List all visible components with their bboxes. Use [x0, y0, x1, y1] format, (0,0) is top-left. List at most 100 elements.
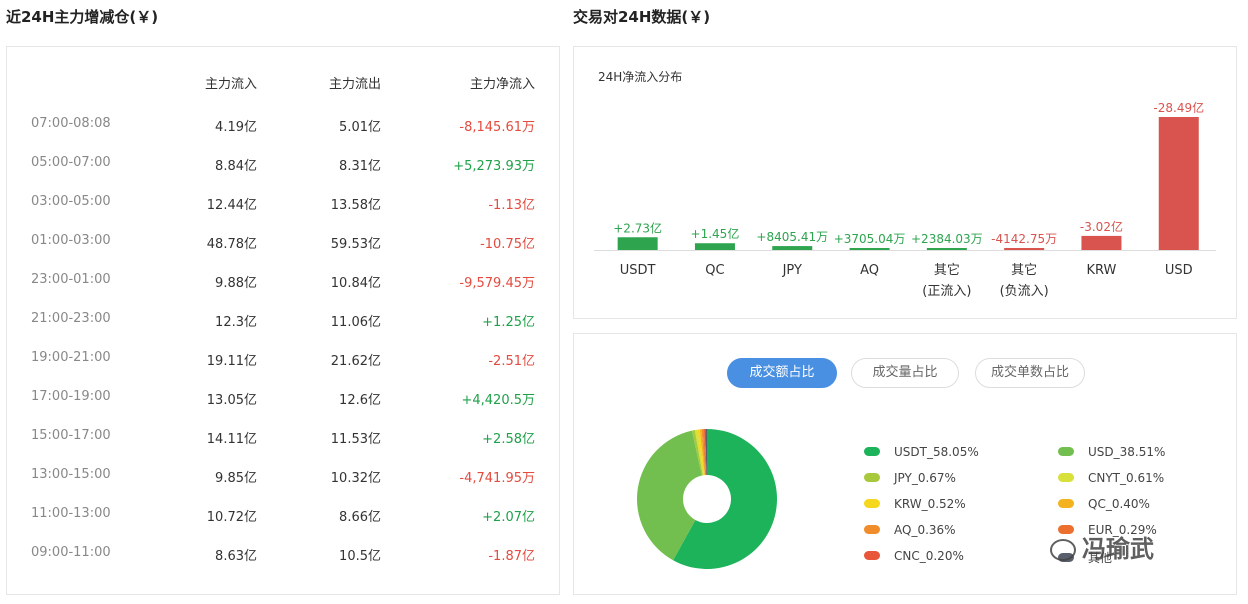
flow-section-title: 近24H主力增减仓(￥)	[6, 8, 159, 26]
row-time: 09:00-11:00	[31, 545, 111, 560]
legend-item[interactable]: KRW_0.52%	[864, 497, 966, 513]
row-time: 23:00-01:00	[31, 272, 111, 287]
row-time: 07:00-08:08	[31, 116, 111, 131]
legend-label: AQ_0.36%	[894, 523, 956, 537]
row-outflow: 13.58亿	[330, 198, 381, 213]
legend-swatch	[1058, 473, 1074, 482]
row-outflow: 21.62亿	[330, 354, 381, 369]
bar[interactable]	[1004, 248, 1045, 250]
row-inflow: 9.88亿	[215, 276, 257, 291]
flow-table-row: 15:00-17:00 14.11亿 11.53亿 +2.58亿	[7, 428, 559, 448]
tab-order-count-share[interactable]: 成交单数占比	[975, 358, 1085, 388]
legend-swatch	[864, 447, 880, 456]
legend-item[interactable]: CNYT_0.61%	[1058, 471, 1164, 487]
row-time: 05:00-07:00	[31, 155, 111, 170]
row-inflow: 48.78亿	[206, 237, 257, 252]
flow-table-row: 23:00-01:00 9.88亿 10.84亿 -9,579.45万	[7, 272, 559, 292]
flow-table-header: 主力流入 主力流出 主力净流入	[7, 73, 559, 93]
row-outflow: 11.53亿	[330, 432, 381, 447]
x-tick-label: KRW	[1087, 263, 1117, 278]
row-net-inflow: +2.58亿	[482, 432, 535, 447]
row-outflow: 5.01亿	[339, 120, 381, 135]
legend-item[interactable]: QC_0.40%	[1058, 497, 1150, 513]
legend-item[interactable]: CNC_0.20%	[864, 549, 964, 565]
legend-label: JPY_0.67%	[894, 471, 956, 485]
row-inflow: 12.44亿	[206, 198, 257, 213]
tab-volume-share[interactable]: 成交量占比	[851, 358, 959, 388]
row-inflow: 19.11亿	[206, 354, 257, 369]
bar[interactable]	[1158, 117, 1199, 250]
flow-table-row: 13:00-15:00 9.85亿 10.32亿 -4,741.95万	[7, 467, 559, 487]
row-outflow: 8.66亿	[339, 510, 381, 525]
row-inflow: 13.05亿	[206, 393, 257, 408]
bar[interactable]	[1081, 235, 1122, 250]
header-net-inflow: 主力净流入	[469, 77, 535, 92]
bar-value-label: +1.45亿	[691, 226, 740, 241]
net-inflow-chart-panel: 24H净流入分布 +2.73亿 USDT +1.45亿 QC +8405.41万 JPY +…	[573, 46, 1237, 319]
x-tick-label: JPY	[782, 263, 802, 278]
row-outflow: 12.6亿	[339, 393, 381, 408]
row-time: 15:00-17:00	[31, 428, 111, 443]
row-time: 21:00-23:00	[31, 311, 111, 326]
flow-table-panel: 主力流入 主力流出 主力净流入 07:00-08:08 4.19亿 5.01亿 -8,…	[6, 46, 560, 595]
row-inflow: 10.72亿	[206, 510, 257, 525]
legend-item[interactable]: AQ_0.36%	[864, 523, 956, 539]
legend-label: USD_38.51%	[1088, 445, 1166, 459]
flow-table-row: 17:00-19:00 13.05亿 12.6亿 +4,420.5万	[7, 389, 559, 409]
bar-value-label: +2384.03万	[911, 232, 983, 246]
row-time: 17:00-19:00	[31, 389, 111, 404]
bar-value-label: -4142.75万	[991, 232, 1057, 246]
row-inflow: 14.11亿	[206, 432, 257, 447]
bar[interactable]	[772, 246, 813, 250]
x-tick-label: 其它	[934, 262, 960, 278]
row-net-inflow: +1.25亿	[482, 315, 535, 330]
row-time: 13:00-15:00	[31, 467, 111, 482]
bar-value-label: +3705.04万	[834, 232, 906, 246]
bar[interactable]	[926, 248, 967, 250]
x-tick-label: AQ	[860, 263, 879, 278]
legend-item[interactable]: USD_38.51%	[1058, 445, 1165, 461]
tab-turnover-share[interactable]: 成交额占比	[727, 358, 837, 388]
flow-table-row: 01:00-03:00 48.78亿 59.53亿 -10.75亿	[7, 233, 559, 253]
legend-swatch	[1058, 499, 1074, 508]
row-inflow: 4.19亿	[215, 120, 257, 135]
header-outflow: 主力流出	[328, 77, 381, 92]
x-tick-label: (负流入)	[1000, 284, 1049, 299]
legend-swatch	[864, 499, 880, 508]
x-tick-label: USD	[1165, 263, 1193, 278]
row-outflow: 10.32亿	[330, 471, 381, 486]
legend-item[interactable]: JPY_0.67%	[864, 471, 956, 487]
bar-value-label: -28.49亿	[1153, 100, 1204, 115]
bar[interactable]	[617, 237, 658, 250]
row-outflow: 11.06亿	[330, 315, 381, 330]
row-outflow: 59.53亿	[330, 237, 381, 252]
flow-table-row: 03:00-05:00 12.44亿 13.58亿 -1.13亿	[7, 194, 559, 214]
header-inflow: 主力流入	[204, 77, 257, 92]
bar[interactable]	[849, 248, 890, 250]
row-net-inflow: +5,273.93万	[453, 159, 535, 174]
pairs-section-title: 交易对24H数据(￥)	[573, 8, 711, 26]
row-net-inflow: -2.51亿	[488, 354, 535, 369]
watermark: 冯瑜武	[1050, 529, 1154, 564]
row-time: 01:00-03:00	[31, 233, 111, 248]
bar[interactable]	[694, 243, 735, 250]
x-tick-label: QC	[705, 263, 724, 278]
legend-swatch	[1058, 447, 1074, 456]
bar-value-label: +8405.41万	[756, 230, 828, 244]
flow-table-row: 19:00-21:00 19.11亿 21.62亿 -2.51亿	[7, 350, 559, 370]
row-inflow: 8.63亿	[215, 549, 257, 564]
net-inflow-bar-chart: +2.73亿 USDT +1.45亿 QC +8405.41万 JPY +3705.04万 A…	[594, 100, 1216, 299]
row-time: 11:00-13:00	[31, 506, 111, 521]
row-outflow: 8.31亿	[339, 159, 381, 174]
legend-label: CNC_0.20%	[894, 549, 964, 563]
legend-swatch	[864, 551, 880, 560]
flow-table-row: 21:00-23:00 12.3亿 11.06亿 +1.25亿	[7, 311, 559, 331]
row-time: 03:00-05:00	[31, 194, 111, 209]
bar-value-label: -3.02亿	[1080, 219, 1123, 234]
legend-item[interactable]: USDT_58.05%	[864, 445, 979, 461]
legend-swatch	[864, 473, 880, 482]
legend-label: QC_0.40%	[1088, 497, 1150, 511]
x-tick-label: 其它	[1011, 262, 1037, 278]
legend-swatch	[864, 525, 880, 534]
row-inflow: 8.84亿	[215, 159, 257, 174]
